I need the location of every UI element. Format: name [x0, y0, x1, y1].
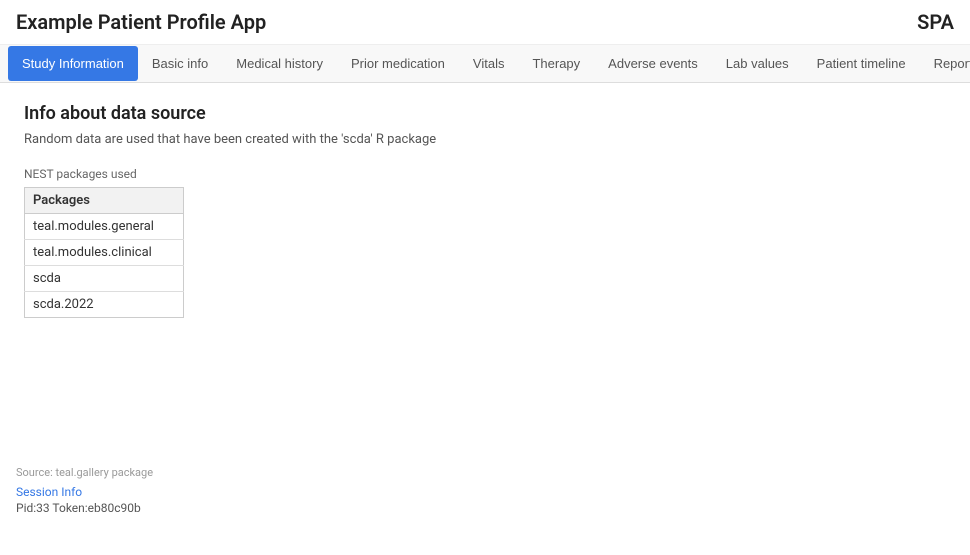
nav-item-prior-medication[interactable]: Prior medication [337, 46, 459, 81]
nav-item-vitals[interactable]: Vitals [459, 46, 519, 81]
nest-label: NEST packages used [24, 167, 946, 181]
main-content: Info about data source Random data are u… [0, 83, 970, 338]
table-row: scda [25, 266, 184, 292]
package-cell: teal.modules.general [25, 214, 184, 240]
app-title: Example Patient Profile App [16, 10, 266, 34]
session-info-text: Pid:33 Token:eb80c90b [16, 501, 153, 515]
nav-item-patient-timeline[interactable]: Patient timeline [803, 46, 920, 81]
nav-item-report-previewer[interactable]: Report previewer [920, 46, 970, 81]
page-title: Info about data source [24, 103, 946, 124]
nav-item-medical-history[interactable]: Medical history [222, 46, 337, 81]
source-info: Source: teal.gallery package [16, 466, 153, 479]
package-cell: scda [25, 266, 184, 292]
footer: Source: teal.gallery package Session Inf… [16, 466, 153, 515]
package-cell: teal.modules.clinical [25, 240, 184, 266]
top-bar: Example Patient Profile App SPA [0, 0, 970, 45]
table-row: teal.modules.general [25, 214, 184, 240]
page-subtitle: Random data are used that have been crea… [24, 132, 946, 147]
packages-column-header: Packages [25, 188, 184, 214]
nav-item-adverse-events[interactable]: Adverse events [594, 46, 712, 81]
nav-item-therapy[interactable]: Therapy [518, 46, 594, 81]
table-row: teal.modules.clinical [25, 240, 184, 266]
nav-item-study-information[interactable]: Study Information [8, 46, 138, 81]
table-row: scda.2022 [25, 292, 184, 318]
nav-item-lab-values[interactable]: Lab values [712, 46, 803, 81]
package-cell: scda.2022 [25, 292, 184, 318]
spa-label: SPA [917, 10, 954, 34]
nav-bar: Study Information Basic info Medical his… [0, 45, 970, 83]
session-info-label: Session Info [16, 485, 153, 499]
nav-item-basic-info[interactable]: Basic info [138, 46, 222, 81]
packages-table: Packages teal.modules.general teal.modul… [24, 187, 184, 318]
